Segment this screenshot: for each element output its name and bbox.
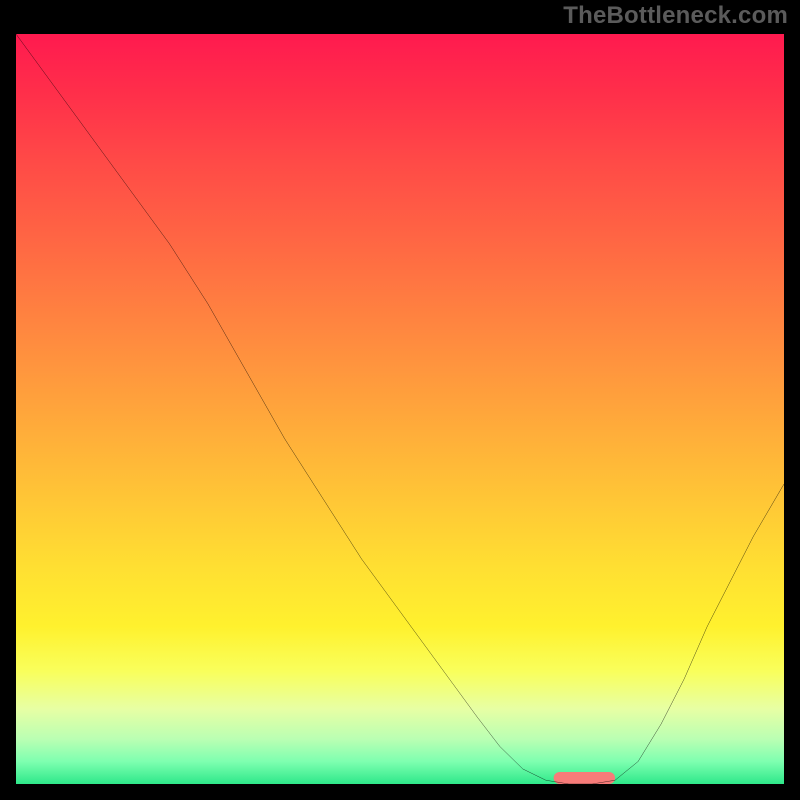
curve-line — [16, 34, 784, 784]
plot-area — [16, 34, 784, 784]
highlight-pill — [554, 772, 615, 784]
chart-frame: TheBottleneck.com — [0, 0, 800, 800]
watermark-text: TheBottleneck.com — [563, 2, 788, 30]
chart-overlay — [16, 34, 784, 784]
